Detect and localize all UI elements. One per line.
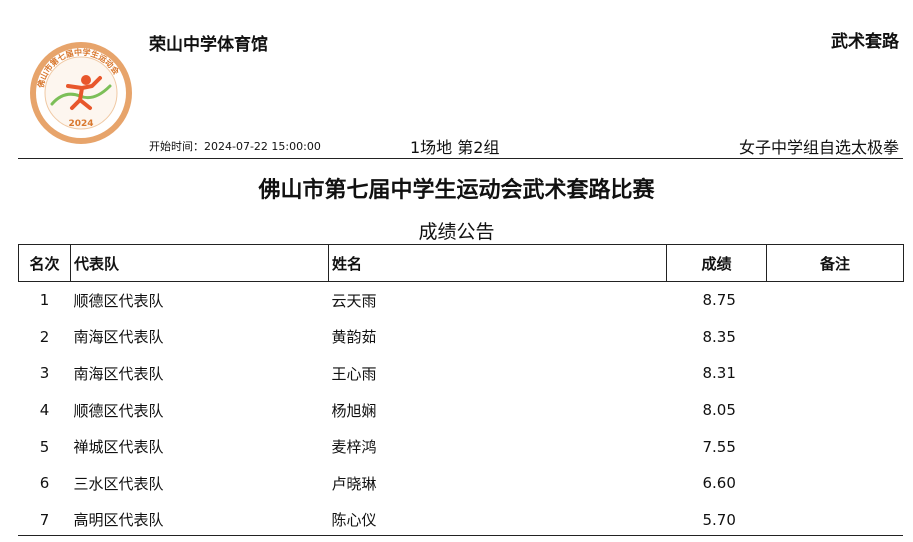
header-name: 姓名 — [328, 244, 667, 282]
cell-remark — [767, 319, 904, 356]
table-row: 6 三水区代表队 卢晓琳 6.60 — [19, 465, 904, 502]
event-category: 女子中学组自选太极拳 — [738, 138, 899, 157]
cell-rank: 7 — [39, 510, 50, 529]
cell-team: 禅城区代表队 — [73, 438, 164, 457]
table-bottom-divider — [18, 535, 903, 536]
venue-group: 1场地 第2组 — [410, 138, 500, 157]
table-header-row: 名次 代表队 姓名 成绩 备注 — [18, 244, 904, 282]
cell-rank: 5 — [39, 437, 50, 456]
cell-remark — [767, 282, 904, 319]
header-divider — [18, 158, 903, 159]
table-row: 7 高明区代表队 陈心仪 5.70 — [19, 502, 904, 539]
cell-score: 8.35 — [702, 327, 736, 346]
cell-remark — [767, 355, 904, 392]
cell-team: 高明区代表队 — [73, 511, 164, 530]
start-time: 开始时间：2024-07-22 15:00:00 — [149, 140, 321, 153]
cell-rank: 2 — [39, 327, 50, 346]
table-row: 3 南海区代表队 王心雨 8.31 — [19, 355, 904, 392]
header-remark: 备注 — [766, 244, 904, 282]
logo-figure-head — [81, 75, 91, 85]
table-row: 2 南海区代表队 黄韵茹 8.35 — [19, 319, 904, 356]
cell-score: 6.60 — [702, 474, 736, 493]
header-rank: 名次 — [18, 244, 71, 282]
cell-name: 杨旭娴 — [331, 401, 377, 420]
cell-score: 8.05 — [702, 401, 736, 420]
cell-remark — [767, 392, 904, 429]
cell-rank: 3 — [39, 364, 50, 383]
cell-score: 8.75 — [702, 291, 736, 310]
cell-score: 5.70 — [702, 510, 736, 529]
page-subtitle: 成绩公告 — [418, 221, 495, 243]
cell-name: 云天雨 — [331, 291, 377, 310]
header-score: 成绩 — [666, 244, 767, 282]
cell-team: 顺德区代表队 — [73, 401, 164, 420]
logo-year: 2024 — [68, 119, 93, 129]
table-row: 1 顺德区代表队 云天雨 8.75 — [19, 282, 904, 319]
cell-name: 黄韵茹 — [331, 328, 377, 347]
games-logo: 佛山市第七届中学生运动会 2024 — [30, 42, 132, 144]
table-row: 4 顺德区代表队 杨旭娴 8.05 — [19, 392, 904, 429]
results-table: 名次 代表队 姓名 成绩 备注 1 顺德区代表队 云天雨 8.75 2 南海区代… — [18, 244, 904, 538]
cell-team: 顺德区代表队 — [73, 291, 164, 310]
cell-name: 麦梓鸿 — [331, 438, 377, 457]
venue-name: 荣山中学体育馆 — [149, 35, 268, 55]
cell-score: 7.55 — [702, 437, 736, 456]
cell-team: 南海区代表队 — [73, 328, 164, 347]
cell-score: 8.31 — [702, 364, 736, 383]
cell-remark — [767, 428, 904, 465]
cell-remark — [767, 502, 904, 539]
cell-remark — [767, 465, 904, 502]
cell-name: 卢晓琳 — [331, 474, 377, 493]
header-team: 代表队 — [70, 244, 329, 282]
table-row: 5 禅城区代表队 麦梓鸿 7.55 — [19, 428, 904, 465]
cell-rank: 1 — [39, 291, 50, 310]
page-title: 佛山市第七届中学生运动会武术套路比赛 — [258, 178, 655, 203]
cell-rank: 4 — [39, 401, 50, 420]
cell-name: 王心雨 — [331, 364, 377, 383]
cell-team: 三水区代表队 — [73, 474, 164, 493]
cell-rank: 6 — [39, 474, 50, 493]
cell-name: 陈心仪 — [331, 511, 377, 530]
cell-team: 南海区代表队 — [73, 364, 164, 383]
event-type: 武术套路 — [831, 32, 899, 52]
